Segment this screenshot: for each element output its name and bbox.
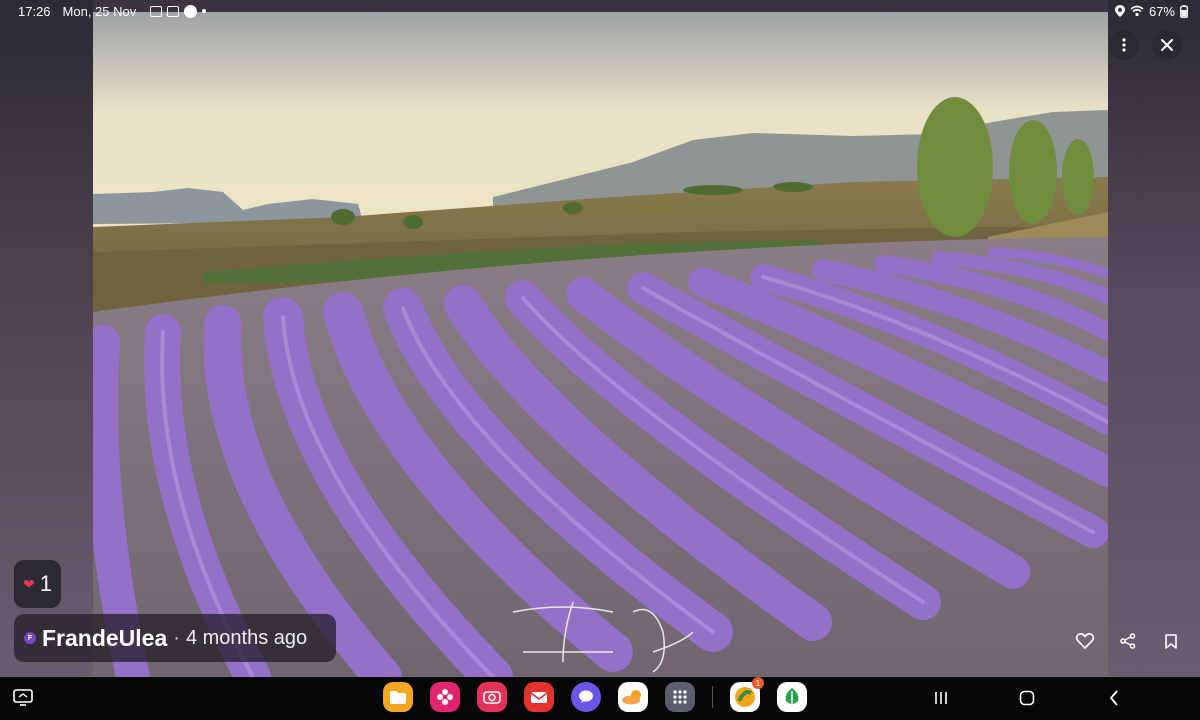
- location-icon: [1114, 5, 1125, 17]
- more-notifications-icon: [202, 9, 207, 13]
- battery-icon: [1180, 4, 1188, 18]
- app-drawer-icon[interactable]: [665, 682, 695, 712]
- notes-app-icon[interactable]: [777, 682, 807, 712]
- author-info[interactable]: F FrandeUlea · 4 months ago: [14, 614, 336, 662]
- clock: 17:26: [18, 3, 51, 19]
- back-button[interactable]: [1103, 687, 1125, 709]
- close-icon: [1161, 39, 1173, 51]
- like-button[interactable]: [1074, 630, 1096, 652]
- gallery-app-icon[interactable]: [430, 682, 460, 712]
- home-button[interactable]: [1016, 687, 1038, 709]
- recent-screen-button[interactable]: [12, 687, 34, 709]
- my-files-app-icon[interactable]: [383, 682, 413, 712]
- navigation-bar: 1: [0, 677, 1200, 720]
- share-button[interactable]: [1117, 630, 1139, 652]
- gallery-notification-icon: [150, 5, 163, 17]
- dock-divider: [712, 686, 713, 708]
- photo-image: [93, 12, 1108, 677]
- recents-icon: [935, 692, 947, 704]
- share-icon: [1120, 633, 1136, 649]
- likes-button[interactable]: ❤ 1: [14, 560, 61, 608]
- author-avatar: F: [24, 632, 36, 644]
- post-time: 4 months ago: [185, 626, 308, 649]
- heart-filled-icon: ❤: [23, 575, 35, 592]
- right-backdrop: [1108, 0, 1200, 677]
- email-app-icon[interactable]: [524, 682, 554, 712]
- app-notification-icon: [184, 4, 198, 18]
- recent-app-icon[interactable]: 1: [730, 677, 764, 712]
- weather-app-icon[interactable]: [618, 682, 648, 712]
- bookmark-icon: [1165, 633, 1177, 649]
- back-icon: [1109, 690, 1118, 706]
- recents-button[interactable]: [930, 687, 952, 709]
- author-name[interactable]: FrandeUlea: [42, 625, 167, 652]
- screen-share-icon: [13, 689, 33, 706]
- more-options-button[interactable]: [1109, 30, 1139, 60]
- likes-count: 1: [39, 571, 52, 596]
- close-button[interactable]: [1152, 30, 1182, 60]
- camera-app-icon[interactable]: [477, 682, 507, 712]
- home-icon: [1019, 690, 1035, 706]
- battery-percent: 67%: [1148, 3, 1175, 19]
- wifi-icon: [1130, 5, 1144, 17]
- app-dock: 1: [383, 677, 807, 712]
- date: Mon, 25 Nov: [62, 3, 137, 19]
- more-vert-icon: [1122, 38, 1126, 52]
- messages-app-icon[interactable]: [571, 682, 601, 712]
- lavender-field-photo[interactable]: [93, 12, 1108, 677]
- status-bar: 17:26 Mon, 25 Nov 67%: [0, 0, 1200, 22]
- notification-badge: 1: [752, 677, 764, 689]
- heart-icon: [1076, 633, 1094, 649]
- bookmark-button[interactable]: [1160, 630, 1182, 652]
- separator: ·: [173, 626, 180, 649]
- photo-notification-icon: [167, 5, 180, 17]
